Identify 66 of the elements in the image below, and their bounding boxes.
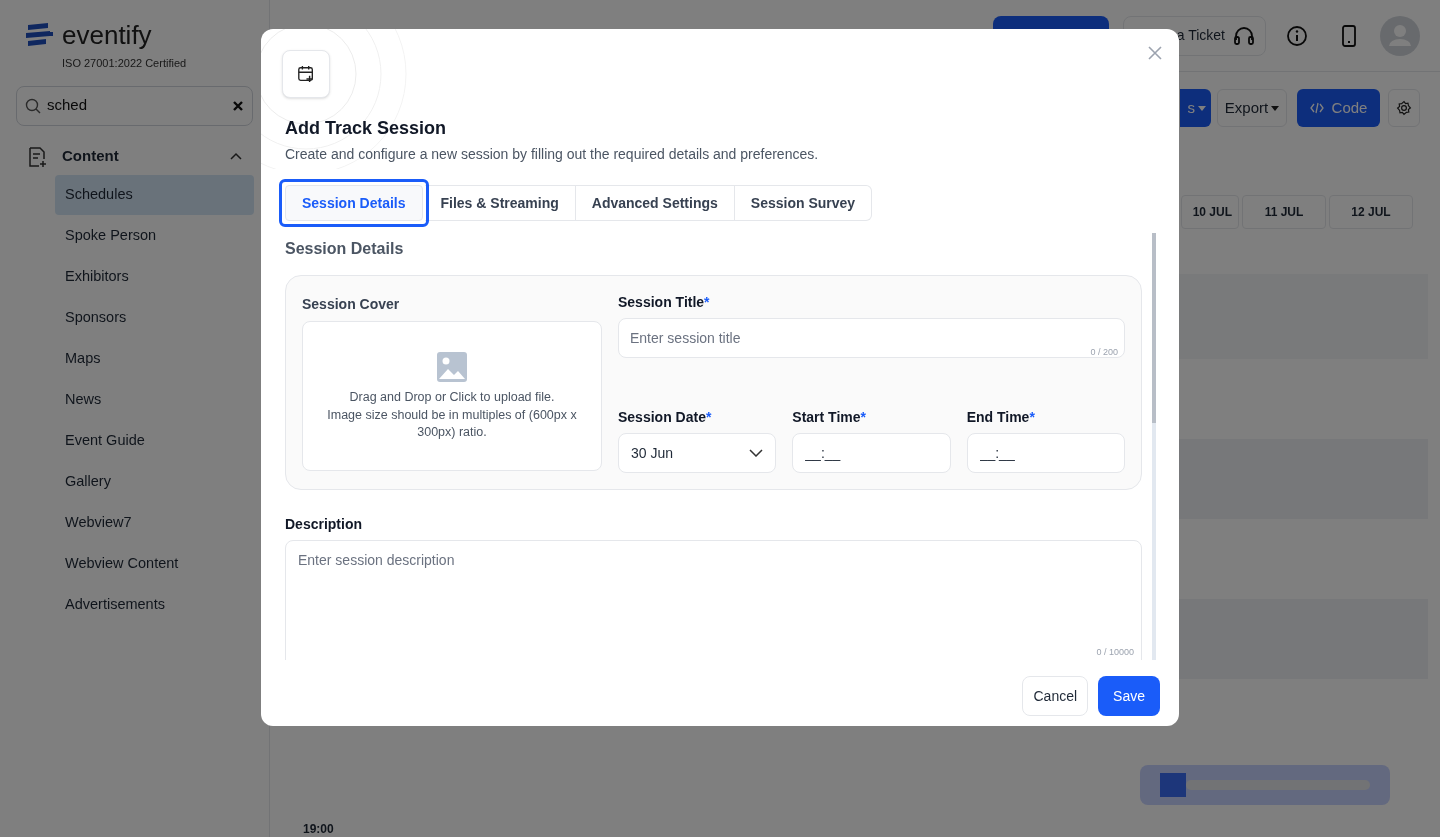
export-button[interactable]: Export: [1217, 89, 1287, 127]
session-date-dropdown[interactable]: 30 Jun: [618, 433, 777, 473]
sidebar-item[interactable]: Webview7: [55, 502, 254, 543]
logo-text: eventify: [62, 22, 152, 48]
sidebar-item[interactable]: Event Guide: [55, 420, 254, 461]
sidebar-item[interactable]: Spoke Person: [55, 215, 254, 256]
cancel-button[interactable]: Cancel: [1022, 676, 1089, 716]
sidebar-item[interactable]: News: [55, 379, 254, 420]
certification-text: ISO 27001:2022 Certified: [61, 56, 188, 71]
clear-icon[interactable]: [232, 99, 244, 112]
save-button[interactable]: Save: [1098, 676, 1160, 716]
logo-icon: [24, 23, 54, 47]
settings-icon[interactable]: [1388, 89, 1420, 127]
tab[interactable]: Session Survey: [734, 185, 873, 221]
character-counter: 0 / 200: [1090, 345, 1118, 359]
required-mark: *: [860, 408, 866, 427]
info-icon[interactable]: [1286, 24, 1308, 47]
code-icon: [1309, 102, 1324, 114]
field-label: End Time: [966, 408, 1030, 427]
section-header[interactable]: Content: [26, 143, 243, 170]
section-title: Session Details: [285, 239, 405, 259]
field-label: Session Title: [618, 293, 705, 312]
upload-hint: Drag and Drop or Click to upload file.: [349, 389, 555, 407]
start-time-field[interactable]: __:__: [792, 433, 951, 473]
caret-icon: [1198, 105, 1206, 111]
document-icon: [26, 145, 48, 168]
field-label: Session Date: [618, 408, 706, 427]
day-header: 12 JUL: [1329, 195, 1413, 229]
calendar-add-icon: [282, 50, 330, 98]
search-field[interactable]: sched: [16, 85, 253, 126]
sidebar-item[interactable]: Exhibitors: [55, 256, 254, 297]
field-label: Description: [285, 515, 363, 534]
tab[interactable]: Advanced Settings: [575, 185, 735, 221]
sidebar-item[interactable]: Schedules: [55, 174, 254, 215]
field-label: Start Time: [792, 408, 861, 427]
day-header: 10 JUL: [1181, 195, 1239, 229]
required-mark: *: [705, 408, 712, 427]
required-mark: *: [704, 293, 710, 312]
caret-icon: [1271, 105, 1280, 111]
phone-icon[interactable]: [1342, 24, 1356, 47]
search-icon: [25, 97, 41, 114]
sidebar-item[interactable]: Sponsors: [55, 297, 254, 338]
character-counter: 0 / 10000: [1096, 646, 1134, 658]
field-label: Session Cover: [302, 295, 401, 314]
upload-size-note: Image size should be in multiples of (600px x 300px) ratio.: [326, 406, 578, 441]
headset-icon: [1233, 25, 1255, 46]
chevron-icon: [749, 449, 764, 457]
scrollbar[interactable]: [1152, 233, 1156, 660]
tab[interactable]: Session Details: [285, 185, 423, 221]
day-header: 11 JUL: [1242, 195, 1326, 229]
sidebar-item[interactable]: Gallery: [55, 461, 254, 502]
time-label: 19:00: [303, 821, 334, 837]
code-button[interactable]: Code: [1297, 89, 1380, 127]
timeline-scrollbar[interactable]: [1140, 765, 1390, 805]
sidebar-item[interactable]: Webview Content: [55, 543, 254, 584]
end-time-field[interactable]: __:__: [966, 433, 1125, 473]
image-icon: [436, 351, 468, 384]
close-icon[interactable]: [1148, 46, 1162, 60]
actions-button[interactable]: s: [1180, 89, 1211, 127]
upload-area[interactable]: Drag and Drop or Click to upload file. Image size should be in multiples of (600px x 300px) ratio.: [302, 321, 602, 471]
required-mark: *: [1029, 408, 1035, 427]
tab[interactable]: Files & Streaming: [424, 185, 576, 221]
dialog-title: Add Track Session: [285, 117, 448, 140]
sidebar-item[interactable]: Maps: [55, 338, 254, 379]
sidebar-item[interactable]: Advertisements: [55, 584, 254, 625]
dialog-subtitle: Create and configure a new session by filling out the required details and preferences.: [285, 145, 820, 164]
